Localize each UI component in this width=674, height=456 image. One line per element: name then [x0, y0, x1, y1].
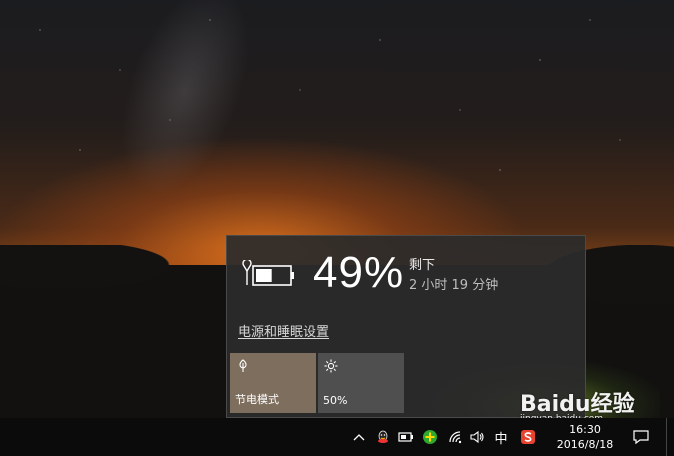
remaining-label: 剩下 — [409, 258, 436, 273]
battery-tray-icon[interactable] — [397, 428, 415, 446]
battery-saver-label: 节电模式 — [235, 393, 279, 406]
show-desktop-button[interactable] — [666, 418, 674, 456]
battery-saver-tile[interactable]: 节电模式 — [230, 353, 316, 413]
brightness-tile[interactable]: 50% — [318, 353, 404, 413]
qq-icon[interactable] — [374, 428, 392, 446]
leaf-icon — [239, 359, 247, 372]
ime-indicator[interactable]: 中 — [492, 428, 510, 447]
chevron-up-icon[interactable] — [350, 428, 368, 446]
desktop: 49% 剩下 2 小时 19 分钟 电源和睡眠设置 节电模式 50% Baidu… — [0, 0, 674, 456]
remaining-time: 2 小时 19 分钟 — [409, 278, 499, 293]
battery-icon — [242, 260, 294, 286]
clock-time: 16:30 — [569, 423, 601, 436]
green-plus-icon[interactable] — [421, 428, 439, 446]
wifi-icon[interactable] — [447, 428, 465, 446]
notification-icon[interactable] — [632, 428, 650, 446]
sogou-icon[interactable] — [519, 428, 537, 446]
taskbar: 中 16:30 2016/8/18 — [0, 418, 674, 456]
sun-icon — [324, 359, 338, 373]
brightness-label: 50% — [323, 394, 348, 407]
battery-percent: 49% — [313, 248, 405, 297]
taskbar-clock[interactable]: 16:30 2016/8/18 — [553, 422, 617, 452]
volume-icon[interactable] — [468, 428, 486, 446]
clock-date: 2016/8/18 — [556, 438, 614, 451]
power-sleep-settings-link[interactable]: 电源和睡眠设置 — [238, 321, 329, 340]
